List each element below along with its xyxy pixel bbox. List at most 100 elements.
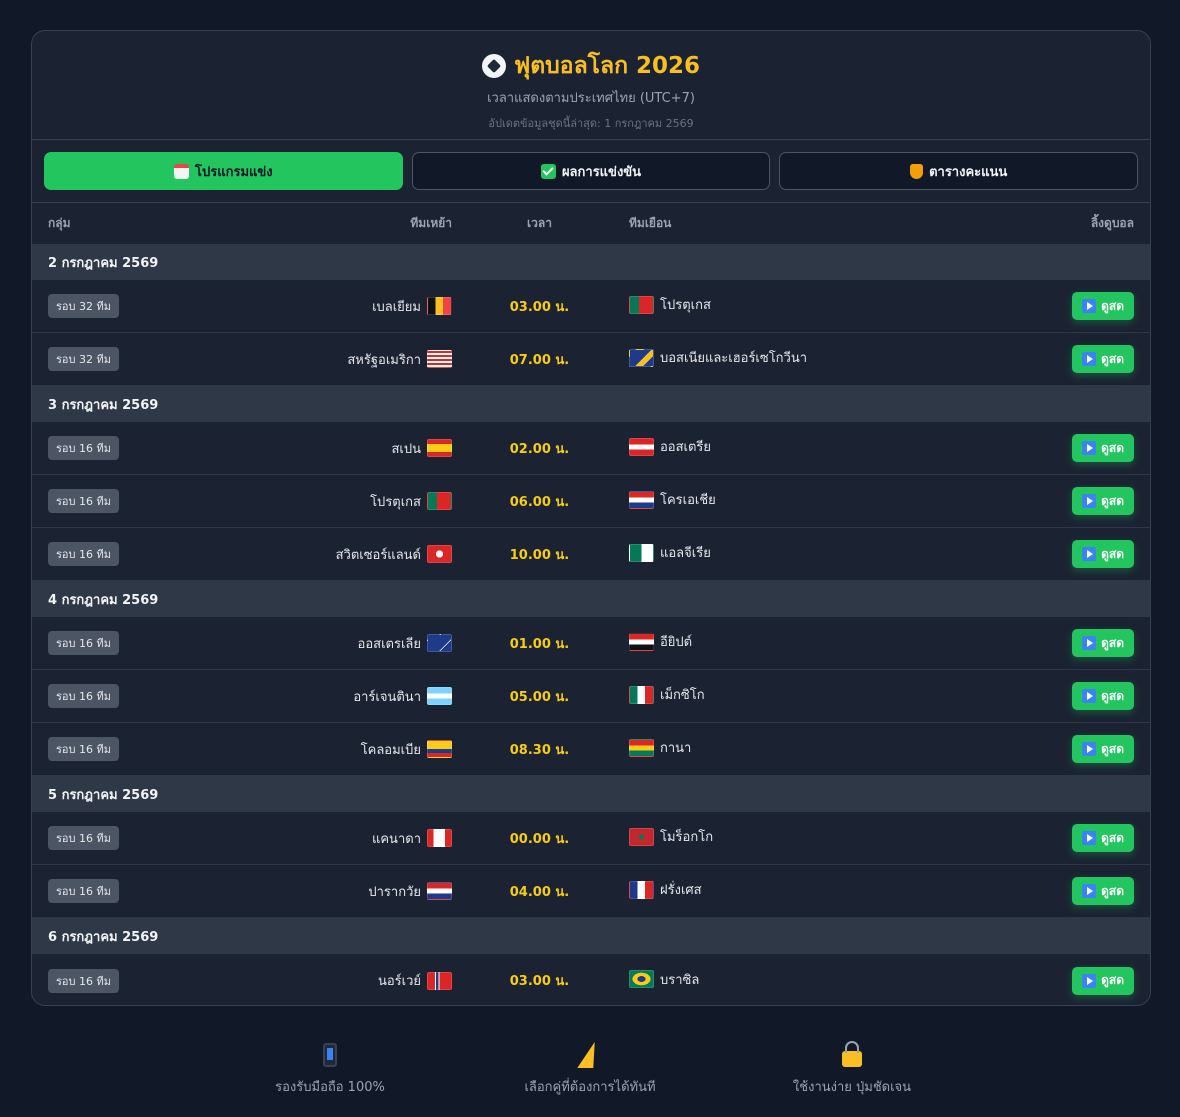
match-row: รอบ 16 ทีม แคนาดา 00.00 น. โมร็อกโก ดูสด <box>32 812 1150 865</box>
feature-strip: รองรับมือถือ 100% เลือกคู่ที่ต้องการได้ท… <box>0 1040 1180 1100</box>
date-row: 5 กรกฎาคม 2569 <box>32 776 1150 812</box>
play-icon <box>1082 352 1097 366</box>
timezone-note: เวลาแสดงตามประเทศไทย (UTC+7) <box>487 91 695 106</box>
tab-standings-label: ตารางคะแนน <box>929 164 1008 180</box>
col-header-time: เวลา <box>527 216 552 230</box>
play-icon <box>1082 494 1097 508</box>
kickoff-time: 01.00 น. <box>509 636 570 652</box>
tab-standings[interactable]: ตารางคะแนน <box>779 152 1139 190</box>
play-icon <box>1082 636 1097 650</box>
kickoff-time: 10.00 น. <box>509 547 570 563</box>
play-icon <box>1082 547 1097 561</box>
match-row: รอบ 32 ทีม สหรัฐอเมริกา 07.00 น. บอสเนีย… <box>32 333 1150 386</box>
tab-results[interactable]: ผลการแข่งขัน <box>411 152 771 190</box>
away-team-name: กานา <box>660 741 692 757</box>
away-team-flag-icon <box>629 827 654 846</box>
col-header-away: ทีมเยือน <box>629 216 672 230</box>
watch-live-button[interactable]: ดูสด <box>1072 487 1134 515</box>
date-row: 6 กรกฎาคม 2569 <box>32 918 1150 954</box>
away-team-flag-icon <box>629 543 654 562</box>
watch-live-button[interactable]: ดูสด <box>1072 735 1134 763</box>
mobile-phone-icon <box>323 1043 337 1067</box>
table-header: กลุ่ม ทีมเหย้า เวลา ทีมเยือน ลิ้งดูบอล <box>32 203 1150 244</box>
round-badge: รอบ 32 ทีม <box>48 294 119 318</box>
watch-live-button[interactable]: ดูสด <box>1072 629 1134 657</box>
watch-live-button[interactable]: ดูสด <box>1072 292 1134 320</box>
home-team-name: สหรัฐอเมริกา <box>347 352 421 368</box>
page-title: ฟุตบอลโลก 2026 <box>32 51 1150 81</box>
away-team-flag-icon <box>629 970 654 989</box>
home-team-flag-icon <box>427 971 452 990</box>
watch-live-label: ดูสด <box>1101 298 1124 313</box>
round-badge: รอบ 16 ทีม <box>48 879 119 903</box>
watch-live-button[interactable]: ดูสด <box>1072 434 1134 462</box>
away-team-name: โครเอเชีย <box>660 493 716 509</box>
match-row: รอบ 16 ทีม โคลอมเบีย 08.30 น. กานา ดูสด <box>32 723 1150 776</box>
away-team-name: เม็กซิโก <box>660 688 705 704</box>
kickoff-time: 00.00 น. <box>509 831 570 847</box>
watch-live-button[interactable]: ดูสด <box>1072 682 1134 710</box>
watch-live-label: ดูสด <box>1101 883 1124 898</box>
round-badge: รอบ 16 ทีม <box>48 737 119 761</box>
away-team-name: อียิปต์ <box>660 635 693 651</box>
soccer-ball-icon <box>481 54 506 78</box>
away-team-flag-icon <box>629 632 654 651</box>
feature-easy-label: ใช้งานง่าย ปุ่มชัดเจน <box>792 1080 912 1095</box>
away-team-flag-icon <box>629 295 654 314</box>
watch-live-button[interactable]: ดูสด <box>1072 540 1134 568</box>
kickoff-time: 08.30 น. <box>509 742 570 758</box>
watch-live-button[interactable]: ดูสด <box>1072 966 1134 995</box>
play-icon <box>1082 742 1097 756</box>
away-team-flag-icon <box>629 738 654 757</box>
home-team-flag-icon <box>427 545 452 563</box>
round-badge: รอบ 16 ทีม <box>48 968 119 993</box>
tab-results-label: ผลการแข่งขัน <box>561 164 642 180</box>
feature-instant-label: เลือกคู่ที่ต้องการได้ทันที <box>524 1080 656 1095</box>
match-table-body: 2 กรกฎาคม 2569 รอบ 32 ทีม เบลเยียม 03.00… <box>32 244 1150 1005</box>
kickoff-time: 05.00 น. <box>509 689 570 705</box>
kickoff-time: 04.00 น. <box>509 884 570 900</box>
home-team-name: นอร์เวย์ <box>377 974 421 989</box>
play-icon <box>1082 831 1097 845</box>
round-badge: รอบ 16 ทีม <box>48 436 119 460</box>
col-header-home: ทีมเหย้า <box>410 216 452 230</box>
watch-live-label: ดูสด <box>1101 688 1124 703</box>
home-team-flag-icon <box>427 829 452 847</box>
watch-live-button[interactable]: ดูสด <box>1072 877 1134 905</box>
watch-live-button[interactable]: ดูสด <box>1072 345 1134 373</box>
match-row: รอบ 32 ทีม เบลเยียม 03.00 น. โปรตุเกส ดู… <box>32 280 1150 333</box>
match-row: รอบ 16 ทีม สวิตเซอร์แลนด์ 10.00 น. แอลจี… <box>32 528 1150 581</box>
away-team-name: โปรตุเกส <box>660 298 711 314</box>
date-row: 2 กรกฎาคม 2569 <box>32 244 1150 280</box>
round-badge: รอบ 16 ทีม <box>48 542 119 566</box>
kickoff-time: 07.00 น. <box>509 352 570 368</box>
home-team-flag-icon <box>427 297 452 315</box>
play-icon <box>1082 299 1097 313</box>
watch-live-label: ดูสด <box>1101 546 1124 561</box>
play-icon <box>1082 884 1097 898</box>
feature-mobile: รองรับมือถือ 100% <box>220 1040 440 1097</box>
match-row: รอบ 16 ทีม สเปน 02.00 น. ออสเตรีย ดูสด <box>32 422 1150 475</box>
watch-live-label: ดูสด <box>1101 830 1124 845</box>
home-team-flag-icon <box>427 634 452 652</box>
watch-live-label: ดูสด <box>1101 493 1124 508</box>
kickoff-time: 03.00 น. <box>509 299 570 315</box>
feature-mobile-label: รองรับมือถือ 100% <box>275 1080 385 1095</box>
lightning-icon <box>577 1042 603 1068</box>
kickoff-time: 06.00 น. <box>509 494 570 510</box>
away-team-flag-icon <box>629 348 654 367</box>
tab-schedule-label: โปรแกรมแข่ง <box>195 164 273 180</box>
tab-schedule[interactable]: โปรแกรมแข่ง <box>44 152 403 190</box>
home-team-flag-icon <box>427 882 452 900</box>
away-team-flag-icon <box>629 685 654 704</box>
watch-live-button[interactable]: ดูสด <box>1072 824 1134 852</box>
page-header: ฟุตบอลโลก 2026 เวลาแสดงตามประเทศไทย (UTC… <box>32 31 1150 140</box>
round-badge: รอบ 16 ทีม <box>48 631 119 655</box>
play-icon <box>1082 973 1097 988</box>
check-icon <box>540 163 556 179</box>
watch-live-label: ดูสด <box>1101 635 1124 650</box>
col-header-link: ลิ้งดูบอล <box>1090 216 1134 230</box>
away-team-name: บอสเนียและเฮอร์เซโกวีนา <box>660 351 808 367</box>
away-team-name: แอลจีเรีย <box>660 546 711 562</box>
home-team-name: อาร์เจนตินา <box>353 689 421 705</box>
